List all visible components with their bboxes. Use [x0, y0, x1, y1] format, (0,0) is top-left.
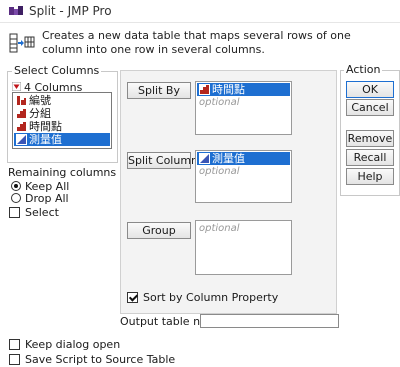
keep-all-radio[interactable]: [11, 181, 21, 191]
split-columns-value: 測量值: [212, 152, 245, 165]
save-script-checkbox[interactable]: [9, 354, 20, 365]
split-columns-listbox[interactable]: 測量值 optional: [195, 150, 292, 203]
jmp-app-icon: [9, 6, 23, 15]
column-item-bianhao[interactable]: 編號: [14, 94, 110, 107]
ordinal-column-icon: [17, 109, 26, 118]
red-triangle-menu-icon[interactable]: [12, 82, 21, 91]
sort-by-property-option[interactable]: Sort by Column Property: [127, 291, 307, 304]
drop-all-radio[interactable]: [11, 193, 21, 203]
column-list[interactable]: 編號 分組 時間點 測量值: [12, 92, 112, 149]
help-button[interactable]: Help: [346, 168, 394, 185]
column-item-label: 分組: [29, 107, 51, 120]
keep-all-radio-option[interactable]: Keep All: [11, 180, 91, 193]
continuous-column-icon: [199, 153, 210, 164]
split-by-button[interactable]: Split By: [127, 82, 191, 99]
select-label: Select: [25, 206, 59, 219]
dialog-description: Creates a new data table that maps sever…: [42, 29, 351, 56]
cancel-button[interactable]: Cancel: [346, 99, 394, 116]
save-script-label: Save Script to Source Table: [25, 353, 176, 366]
column-item-label: 時間點: [29, 120, 62, 133]
column-item-label: 編號: [29, 94, 51, 107]
window-title: Split - JMP Pro: [29, 4, 112, 18]
ordinal-column-icon: [17, 122, 26, 131]
select-checkbox-option[interactable]: Select: [9, 206, 89, 219]
title-divider: [0, 22, 400, 23]
nominal-column-icon: [17, 96, 26, 105]
sort-by-property-label: Sort by Column Property: [143, 291, 279, 304]
group-placeholder: optional: [199, 223, 240, 234]
column-item-label: 測量值: [29, 133, 62, 146]
keep-dialog-open-option[interactable]: Keep dialog open: [9, 338, 159, 351]
keep-dialog-open-checkbox[interactable]: [9, 339, 20, 350]
ok-button[interactable]: OK: [346, 81, 394, 98]
sort-by-property-checkbox[interactable]: [127, 292, 138, 303]
action-label: Action: [344, 63, 383, 76]
title-bar: Split - JMP Pro: [0, 0, 400, 22]
column-item-shijiandian[interactable]: 時間點: [14, 120, 110, 133]
split-table-icon: [9, 33, 35, 53]
remove-button[interactable]: Remove: [346, 130, 394, 147]
continuous-column-icon: [16, 134, 27, 145]
select-columns-label: Select Columns: [12, 64, 102, 77]
split-by-value: 時間點: [212, 83, 245, 96]
remaining-columns-label: Remaining columns: [8, 166, 117, 179]
drop-all-label: Drop All: [25, 192, 69, 205]
split-columns-selected-item[interactable]: 測量值: [197, 152, 290, 165]
split-by-listbox[interactable]: 時間點 optional: [195, 81, 292, 135]
output-table-input[interactable]: [200, 314, 339, 328]
select-checkbox[interactable]: [9, 207, 20, 218]
split-by-selected-item[interactable]: 時間點: [197, 83, 290, 96]
ordinal-column-icon: [199, 84, 210, 95]
group-listbox[interactable]: optional: [195, 220, 292, 275]
group-button[interactable]: Group: [127, 222, 191, 239]
split-by-placeholder: optional: [199, 97, 240, 108]
column-item-celiangzhi[interactable]: 測量值: [14, 133, 110, 146]
keep-dialog-open-label: Keep dialog open: [25, 338, 121, 351]
save-script-option[interactable]: Save Script to Source Table: [9, 353, 209, 366]
drop-all-radio-option[interactable]: Drop All: [11, 192, 91, 205]
split-columns-button[interactable]: Split Columns: [127, 152, 204, 169]
split-columns-placeholder: optional: [199, 166, 240, 177]
recall-button[interactable]: Recall: [346, 149, 394, 166]
column-item-fenzu[interactable]: 分組: [14, 107, 110, 120]
